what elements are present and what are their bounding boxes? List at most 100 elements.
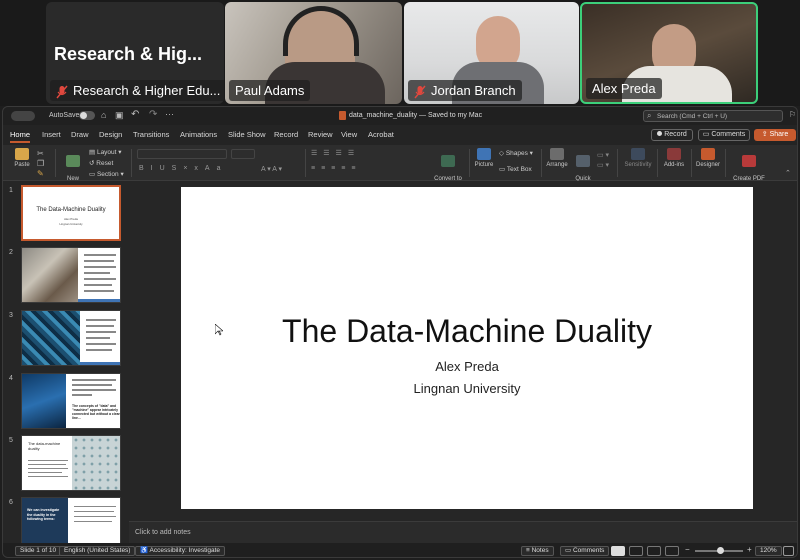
comments-button[interactable]: ▭ Comments — [698, 129, 750, 141]
thumbnail-number: 6 — [9, 499, 13, 506]
tab-transitions[interactable]: Transitions — [133, 130, 169, 139]
picture-icon — [477, 148, 491, 160]
save-icon[interactable]: ▣ — [115, 110, 124, 121]
thumbnail-title: The data-machine duality — [28, 441, 61, 451]
section-button[interactable]: ▭ Section ▾ — [89, 170, 124, 178]
thumbnail-text-line — [86, 325, 114, 327]
mic-muted-icon — [56, 84, 68, 98]
participant-tile[interactable]: Jordan Branch — [404, 2, 579, 104]
slide-thumbnail-4[interactable]: The concepts of "data" and "machine" app… — [21, 373, 121, 429]
fit-slide-icon[interactable] — [783, 546, 794, 556]
smartart-icon — [441, 155, 455, 167]
zoom-slider[interactable] — [695, 547, 743, 554]
thumbnail-caption: The concepts of "data" and "machine" app… — [72, 404, 120, 420]
zoom-level[interactable]: 120% — [755, 546, 782, 556]
share-button[interactable]: ⇪ Share — [754, 129, 796, 141]
slide-thumbnail-5[interactable]: The data-machine duality — [21, 435, 121, 491]
more-icon[interactable]: ··· — [165, 109, 174, 119]
home-icon[interactable]: ⌂ — [101, 110, 106, 120]
tab-slide-show[interactable]: Slide Show — [228, 130, 266, 139]
reset-button[interactable]: ↺ Reset — [89, 159, 113, 167]
font-family-select[interactable] — [137, 149, 227, 159]
share-icon: ⇪ — [761, 131, 770, 138]
shapes-button[interactable]: ◇ Shapes ▾ — [499, 149, 533, 157]
add-ins-button[interactable]: Add-ins — [661, 148, 687, 169]
thumbnail-image — [72, 436, 120, 490]
paste-button[interactable]: Paste — [9, 148, 35, 169]
current-slide[interactable]: The Data-Machine Duality Alex Preda Ling… — [181, 187, 753, 509]
alignment-buttons[interactable]: ≡≡≡≡≡ — [311, 165, 361, 172]
slide-sorter-icon[interactable] — [629, 546, 643, 556]
format-painter-icon[interactable]: ✎ — [37, 169, 44, 178]
participant-tile-active-speaker[interactable]: Alex Preda — [580, 2, 758, 104]
picture-button[interactable]: Picture — [473, 148, 495, 169]
text-box-button[interactable]: ▭ Text Box — [499, 165, 532, 173]
shape-format-buttons[interactable]: ▭ ▾ ▭ ▾ — [597, 151, 609, 171]
window-controls[interactable] — [11, 111, 35, 121]
participant-tile[interactable]: Research & Hig... Research & Higher Edu.… — [46, 2, 224, 104]
undo-icon[interactable]: ↶ — [131, 109, 139, 120]
slide-thumbnail-6[interactable]: We can investigate the duality in the fo… — [21, 497, 121, 543]
language-button[interactable]: English (United States) — [59, 546, 136, 556]
collapse-ribbon-icon[interactable]: ⌃ — [785, 169, 791, 177]
notes-button[interactable]: ≡ Notes — [521, 546, 554, 556]
tab-acrobat[interactable]: Acrobat — [368, 130, 394, 139]
layout-button[interactable]: ▤ Layout ▾ — [89, 148, 122, 156]
autosave-toggle[interactable] — [79, 111, 95, 120]
tab-review[interactable]: Review — [308, 130, 333, 139]
slide-thumbnail-1[interactable]: The Data-Machine Duality Alex Preda Ling… — [21, 185, 121, 241]
thumbnail-text-line — [84, 290, 114, 292]
tab-home[interactable]: Home — [10, 130, 31, 143]
zoom-in-icon[interactable]: + — [747, 545, 752, 554]
tab-insert[interactable]: Insert — [42, 130, 61, 139]
thumbnail-text-line — [86, 337, 110, 339]
arrange-icon — [550, 148, 564, 160]
tab-design[interactable]: Design — [99, 130, 122, 139]
thumbnail-number: 2 — [9, 249, 13, 256]
tab-draw[interactable]: Draw — [71, 130, 89, 139]
document-title[interactable]: data_machine_duality — Saved to my Mac — [349, 112, 482, 119]
notes-pane[interactable]: Click to add notes — [129, 521, 797, 543]
record-button[interactable]: Record — [651, 129, 693, 141]
comments-status-button[interactable]: ▭ Comments — [560, 546, 610, 556]
reading-view-icon[interactable] — [647, 546, 661, 556]
font-size-select[interactable] — [231, 149, 255, 159]
slideshow-icon[interactable] — [665, 546, 679, 556]
slide-thumbnail-3[interactable] — [21, 310, 121, 366]
participant-name-pill: Alex Preda — [586, 78, 662, 99]
thumbnail-text-line — [86, 343, 116, 345]
thumbnail-footer-bar — [80, 362, 120, 365]
font-format-buttons[interactable]: BIUS×xAa — [139, 165, 228, 172]
cut-icon[interactable]: ✂ — [37, 149, 44, 158]
ribbon-separator — [541, 149, 542, 177]
participant-tile[interactable]: Paul Adams — [225, 2, 402, 104]
accessibility-button[interactable]: ♿ Accessibility: Investigate — [135, 546, 225, 556]
slide-title[interactable]: The Data-Machine Duality — [181, 313, 753, 350]
copy-icon[interactable]: ❐ — [37, 159, 44, 168]
zoom-out-icon[interactable]: − — [685, 545, 690, 554]
slide-author[interactable]: Alex Preda — [181, 359, 753, 374]
redo-icon[interactable]: ↷ — [149, 109, 157, 120]
accessibility-icon: ♿ — [140, 547, 150, 554]
slide-affiliation[interactable]: Lingnan University — [181, 381, 753, 396]
slide-thumbnail-2[interactable] — [21, 247, 121, 303]
tab-record[interactable]: Record — [274, 130, 298, 139]
tab-animations[interactable]: Animations — [180, 130, 217, 139]
arrange-button[interactable]: Arrange — [545, 148, 569, 169]
search-box[interactable]: ⌕ Search (Cmd + Ctrl + U) — [643, 110, 783, 122]
thumbnail-text-line — [84, 278, 116, 280]
sensitivity-button[interactable]: Sensitivity — [621, 148, 655, 169]
featured-title: Research & Hig... — [54, 44, 203, 64]
designer-button[interactable]: Designer — [695, 148, 721, 169]
thumbnail-text-line — [74, 511, 114, 512]
help-icon[interactable]: ⚐ — [789, 110, 796, 119]
thumbnail-subtitle: Lingnan University — [59, 222, 83, 226]
participant-name: Research & Higher Edu... — [73, 83, 221, 98]
paragraph-buttons[interactable]: ☰☰☰☰ — [311, 149, 360, 157]
tab-view[interactable]: View — [341, 130, 357, 139]
zoom-slider-thumb[interactable] — [717, 547, 724, 554]
thumbnail-text-line — [72, 389, 116, 391]
slide-thumbnails-pane: 1 The Data-Machine Duality Alex Preda Li… — [3, 181, 129, 543]
normal-view-icon[interactable] — [611, 546, 625, 556]
font-color-icon[interactable]: A ▾ A ▾ — [261, 165, 282, 173]
